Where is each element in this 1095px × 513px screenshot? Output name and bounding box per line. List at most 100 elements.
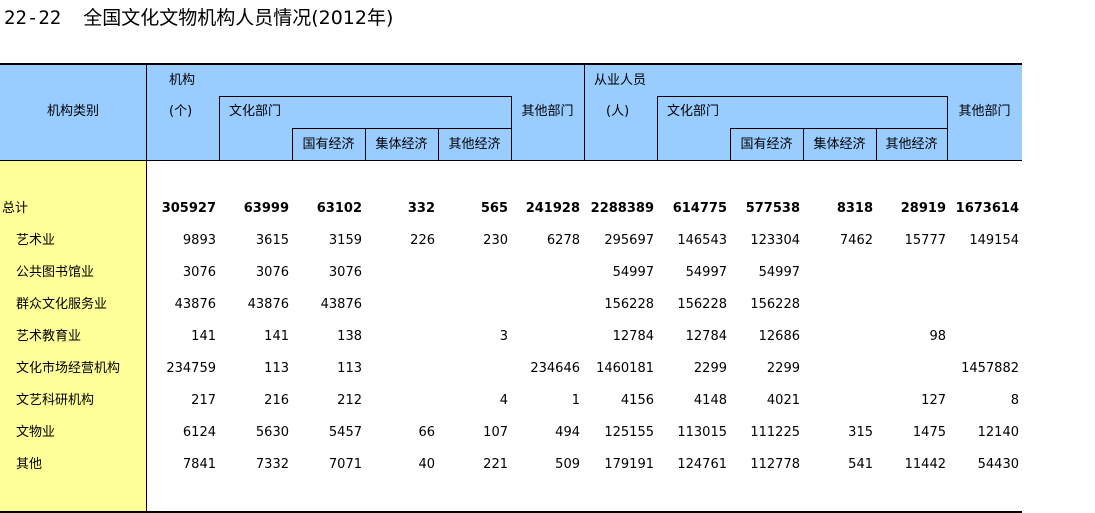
table-cell: 113 bbox=[264, 361, 289, 376]
table-cell: 577538 bbox=[745, 201, 800, 216]
row-label: 艺术教育业 bbox=[16, 329, 82, 344]
table-cell: 43876 bbox=[247, 297, 289, 312]
table-cell: 565 bbox=[480, 201, 508, 216]
table-cell: 494 bbox=[555, 425, 580, 440]
table-row: 文艺科研机构 217 216 212 4 1 4156 4148 4021 127 8 bbox=[0, 385, 1022, 417]
table-cell: 509 bbox=[555, 457, 580, 472]
table-cell: 541 bbox=[848, 457, 873, 472]
table-cell: 63999 bbox=[243, 201, 289, 216]
sub-rule-right bbox=[730, 128, 947, 129]
table-cell: 146543 bbox=[677, 233, 727, 248]
table-cell: 315 bbox=[848, 425, 873, 440]
table-cell: 12784 bbox=[612, 329, 654, 344]
table-cell: 107 bbox=[483, 425, 508, 440]
table-cell: 3615 bbox=[255, 233, 289, 248]
dept-rule-left bbox=[219, 96, 511, 97]
header-other-economy-employees: 其他经济 bbox=[885, 137, 938, 152]
table-cell: 4148 bbox=[693, 393, 727, 408]
table-cell: 8 bbox=[1010, 393, 1019, 408]
sub-rule-left bbox=[292, 128, 511, 129]
table-cell: 4021 bbox=[766, 393, 800, 408]
table-cell: 6278 bbox=[546, 233, 580, 248]
row-label: 群众文化服务业 bbox=[16, 297, 108, 312]
table-title: 22-22 全国文化文物机构人员情况(2012年) bbox=[4, 6, 393, 30]
table-cell: 1460181 bbox=[596, 361, 654, 376]
table-cell: 305927 bbox=[161, 201, 216, 216]
table-cell: 11442 bbox=[904, 457, 946, 472]
table-cell: 12784 bbox=[685, 329, 727, 344]
table-cell: 149154 bbox=[969, 233, 1019, 248]
table-title-text: 全国文化文物机构人员情况(2012年) bbox=[83, 7, 394, 29]
table-row: 艺术业 9893 3615 3159 226 230 6278 295697 146543 123… bbox=[0, 225, 1022, 257]
table-cell: 54430 bbox=[977, 457, 1019, 472]
table-cell: 63102 bbox=[316, 201, 362, 216]
header-culture-dept-institutions: 文化部门 bbox=[229, 104, 282, 119]
row-label: 艺术业 bbox=[16, 233, 56, 248]
table-row: 其他 7841 7332 7071 40 221 509 179191 124761 112778… bbox=[0, 449, 1022, 481]
table-cell: 54997 bbox=[685, 265, 727, 280]
table-cell: 226 bbox=[410, 233, 435, 248]
header-vrule bbox=[584, 64, 585, 161]
table-cell: 43876 bbox=[320, 297, 362, 312]
table-cell: 241928 bbox=[525, 201, 580, 216]
header-vrule bbox=[219, 96, 220, 161]
table-cell: 5457 bbox=[328, 425, 362, 440]
table-cell: 221 bbox=[483, 457, 508, 472]
table-row: 公共图书馆业 3076 3076 3076 54997 54997 54997 bbox=[0, 257, 1022, 289]
row-label: 公共图书馆业 bbox=[16, 265, 95, 280]
top-rule bbox=[0, 63, 1022, 65]
table-cell: 98 bbox=[929, 329, 946, 344]
header-state-owned-employees: 国有经济 bbox=[740, 137, 793, 152]
table-cell: 113015 bbox=[677, 425, 727, 440]
table-cell: 230 bbox=[483, 233, 508, 248]
table-number: 22-22 bbox=[4, 7, 62, 29]
table-cell: 141 bbox=[264, 329, 289, 344]
table-cell: 112778 bbox=[750, 457, 800, 472]
table-cell: 12686 bbox=[758, 329, 800, 344]
table-cell: 3076 bbox=[255, 265, 289, 280]
table-cell: 332 bbox=[407, 201, 435, 216]
table-cell: 12140 bbox=[977, 425, 1019, 440]
table-cell: 7462 bbox=[839, 233, 873, 248]
table-cell: 8318 bbox=[836, 201, 873, 216]
table-row: 艺术教育业 141 141 138 3 12784 12784 12686 98 bbox=[0, 321, 1022, 353]
table-cell: 5630 bbox=[255, 425, 289, 440]
table-cell: 234646 bbox=[530, 361, 580, 376]
table-cell: 234759 bbox=[166, 361, 216, 376]
header-collective-employees: 集体经济 bbox=[813, 137, 866, 152]
header-stub-label: 机构类别 bbox=[46, 104, 99, 119]
table-cell: 1457882 bbox=[961, 361, 1019, 376]
table-cell: 156228 bbox=[677, 297, 727, 312]
table-cell: 3076 bbox=[182, 265, 216, 280]
row-label: 文物业 bbox=[16, 425, 56, 440]
table-cell: 7332 bbox=[255, 457, 289, 472]
table-row: 总计 305927 63999 63102 332 565 241928 2288389 614… bbox=[0, 193, 1022, 225]
header-employees: 从业人员 bbox=[594, 73, 647, 88]
table-cell: 15777 bbox=[904, 233, 946, 248]
table-row: 文物业 6124 5630 5457 66 107 494 125155 113015 11122… bbox=[0, 417, 1022, 449]
header-vrule bbox=[657, 96, 658, 161]
table-cell: 111225 bbox=[750, 425, 800, 440]
row-label: 总计 bbox=[2, 201, 29, 216]
header-collective-institutions: 集体经济 bbox=[375, 137, 428, 152]
table-cell: 54997 bbox=[758, 265, 800, 280]
table-cell: 7841 bbox=[182, 457, 216, 472]
table-cell: 40 bbox=[418, 457, 435, 472]
header-employees-unit: (人) bbox=[606, 104, 630, 119]
header-other-economy-institutions: 其他经济 bbox=[448, 137, 501, 152]
table-cell: 156228 bbox=[604, 297, 654, 312]
row-label: 其他 bbox=[16, 457, 43, 472]
table-cell: 217 bbox=[191, 393, 216, 408]
table-cell: 7071 bbox=[328, 457, 362, 472]
table-cell: 3076 bbox=[328, 265, 362, 280]
header-culture-dept-employees: 文化部门 bbox=[667, 104, 720, 119]
table-cell: 1475 bbox=[912, 425, 946, 440]
table-cell: 2299 bbox=[766, 361, 800, 376]
header-other-dept-institutions: 其他部门 bbox=[521, 104, 574, 119]
table-cell: 43876 bbox=[174, 297, 216, 312]
dept-rule-right bbox=[657, 96, 947, 97]
table-cell: 1673614 bbox=[955, 201, 1019, 216]
table-cell: 4 bbox=[499, 393, 508, 408]
table-cell: 125155 bbox=[604, 425, 654, 440]
table-cell: 614775 bbox=[672, 201, 727, 216]
